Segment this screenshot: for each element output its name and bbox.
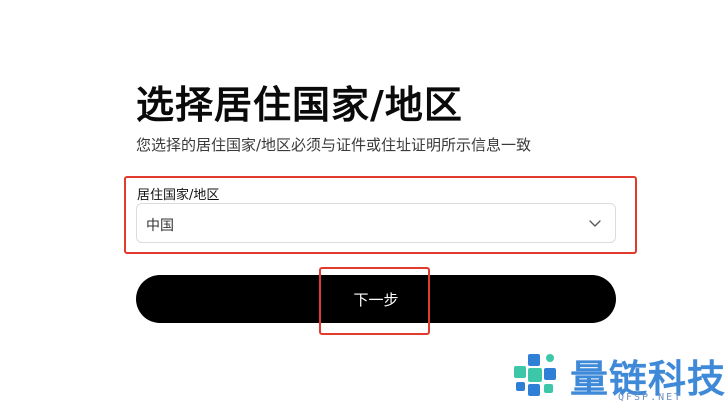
page-subtitle: 您选择的居住国家/地区必须与证件或住址证明所示信息一致 bbox=[136, 136, 532, 154]
watermark: 量链科技 QFSP.NET bbox=[506, 346, 728, 409]
annotation-highlight-button bbox=[319, 267, 430, 335]
country-field-label: 居住国家/地区 bbox=[137, 188, 220, 203]
country-select-value: 中国 bbox=[146, 218, 174, 234]
page-title: 选择居住国家/地区 bbox=[136, 83, 463, 127]
chevron-down-icon bbox=[589, 220, 601, 227]
watermark-domain-text: QFSP.NET bbox=[618, 392, 683, 403]
country-select[interactable]: 中国 bbox=[136, 203, 616, 243]
page: 选择居住国家/地区 您选择的居住国家/地区必须与证件或住址证明所示信息一致 居住… bbox=[0, 0, 728, 409]
puzzle-logo-icon bbox=[514, 354, 556, 396]
